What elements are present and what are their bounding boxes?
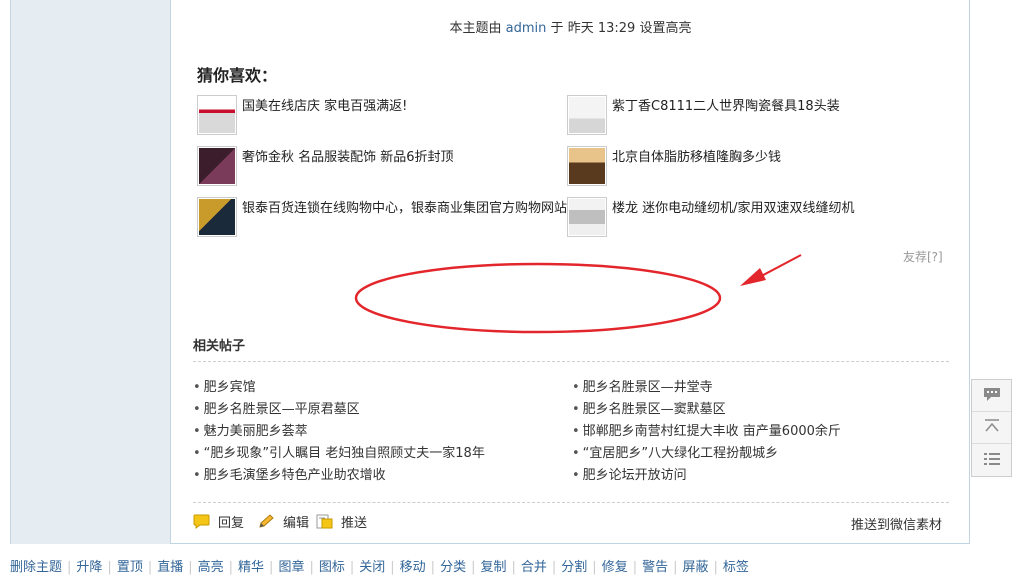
separator: | [269,560,274,575]
left-sidebar-column [10,0,171,544]
moderator-action-link[interactable]: 图标 [319,560,345,575]
moderator-action-link[interactable]: 直播 [157,560,183,575]
related-post-link[interactable]: “宜居肥乡”八大绿化工程扮靓城乡 [572,442,778,461]
edit-button[interactable]: 编辑 [258,512,309,531]
moderator-action-link[interactable]: 高亮 [198,560,224,575]
recommend-item-title[interactable]: 奢饰金秋 名品服装配饰 新品6折封顶 [242,146,454,165]
moderator-action-link[interactable]: 置顶 [117,560,143,575]
highlight-note: 本主题由 admin 于 昨天 13:29 设置高亮 [171,17,970,36]
highlight-middle: 于 [550,21,564,36]
separator: | [471,560,476,575]
moderator-action-link[interactable]: 分割 [561,560,587,575]
related-post-link[interactable]: 肥乡宾馆 [193,376,256,395]
moderator-action-link[interactable]: 删除主题 [10,560,62,575]
moderator-action-link[interactable]: 升降 [76,560,102,575]
moderator-action-link[interactable]: 合并 [521,560,547,575]
recommend-title: 猜你喜欢： [197,66,278,85]
moderator-action-link[interactable]: 修复 [602,560,628,575]
back-to-list-button[interactable] [972,444,1011,476]
arrow-up-icon [984,419,1000,436]
recommend-thumbnail[interactable] [567,95,607,135]
recommend-thumbnail[interactable] [197,146,237,186]
recommend-thumbnail[interactable] [567,146,607,186]
recommend-item-title[interactable]: 紫丁香C8111二人世界陶瓷餐具18头装 [612,95,840,114]
reply-button[interactable]: 回复 [193,512,244,531]
highlight-suffix: 设置高亮 [639,21,692,36]
moderator-action-link[interactable]: 屏蔽 [683,560,709,575]
quick-reply-button[interactable] [972,380,1011,412]
separator: | [349,560,355,575]
related-post-link[interactable]: “肥乡现象”引人瞩目 老妇独自照顾丈夫一家18年 [193,442,485,461]
moderator-action-link[interactable]: 复制 [480,560,506,575]
highlight-user-link[interactable]: admin [506,21,547,36]
related-post-link[interactable]: 邯郸肥乡南营村红提大丰收 亩产量6000余斤 [572,420,841,439]
separator: | [632,560,638,575]
moderator-action-link[interactable]: 移动 [400,560,426,575]
moderator-action-link[interactable]: 标签 [723,560,749,575]
recommend-item-title[interactable]: 楼龙 迷你电动缝纫机/家用双速双线缝纫机 [612,197,855,216]
recommend-item-title[interactable]: 北京自体脂肪移植隆胸多少钱 [612,146,781,165]
moderator-toolbar: 删除主题 | 升降 | 置顶 | 直播 | 高亮 | 精华 | 图章 | 图标 | 关闭 | 移动 | 分类 | 复制 | 合并… [10,556,749,575]
separator: | [390,560,395,575]
recommend-thumbnail[interactable] [197,95,237,135]
highlight-time: 昨天 13:29 [567,21,636,36]
separator: | [309,560,314,575]
moderator-action-link[interactable]: 分类 [440,560,466,575]
separator: | [228,560,234,575]
edit-label: 编辑 [283,516,310,531]
related-post-link[interactable]: 肥乡名胜景区—井堂寺 [572,376,713,395]
list-icon [983,452,1000,468]
reply-icon [193,514,210,529]
push-to-wechat-link[interactable]: 推送到微信素材 [851,514,942,533]
separator: | [188,560,193,575]
post-content-frame [171,0,970,544]
recommend-thumbnail[interactable] [567,197,607,237]
related-post-link[interactable]: 魅力美丽肥乡荟萃 [193,420,308,439]
related-post-link[interactable]: 肥乡名胜景区—平原君墓区 [193,398,360,417]
highlight-prefix: 本主题由 [449,21,502,36]
separator: | [430,560,436,575]
recommend-item-title[interactable]: 银泰百货连锁在线购物中心，银泰商业集团官方购物网站 [242,197,567,216]
related-post-link[interactable]: 肥乡毛演堡乡特色产业助农增收 [193,464,386,483]
separator: | [713,560,718,575]
related-posts-title: 相关帖子 [193,339,246,354]
related-post-link[interactable]: 肥乡名胜景区—窦默墓区 [572,398,726,417]
separator: | [147,560,153,575]
pencil-icon [258,514,275,529]
reply-label: 回复 [218,516,245,531]
moderator-action-link[interactable]: 精华 [238,560,264,575]
related-post-link[interactable]: 肥乡论坛开放访问 [572,464,687,483]
back-to-top-button[interactable] [972,412,1011,444]
push-label: 推送 [341,516,368,531]
separator: | [511,560,516,575]
separator: | [673,560,678,575]
recommend-item-title[interactable]: 国美在线店庆 家电百强满返! [242,95,407,114]
moderator-action-link[interactable]: 警告 [642,560,668,575]
separator: | [551,560,557,575]
divider [193,502,949,503]
comment-icon [983,386,1001,405]
push-button[interactable]: 推送 [316,512,367,531]
separator: | [107,560,112,575]
separator: | [67,560,72,575]
moderator-action-link[interactable]: 关闭 [359,560,385,575]
youjian-link[interactable]: 友荐[?] [903,248,943,265]
moderator-action-link[interactable]: 图章 [278,560,304,575]
recommend-thumbnail[interactable] [197,197,237,237]
separator: | [592,560,597,575]
floating-toolbar [971,379,1012,477]
push-icon [316,514,333,529]
divider [193,361,949,362]
